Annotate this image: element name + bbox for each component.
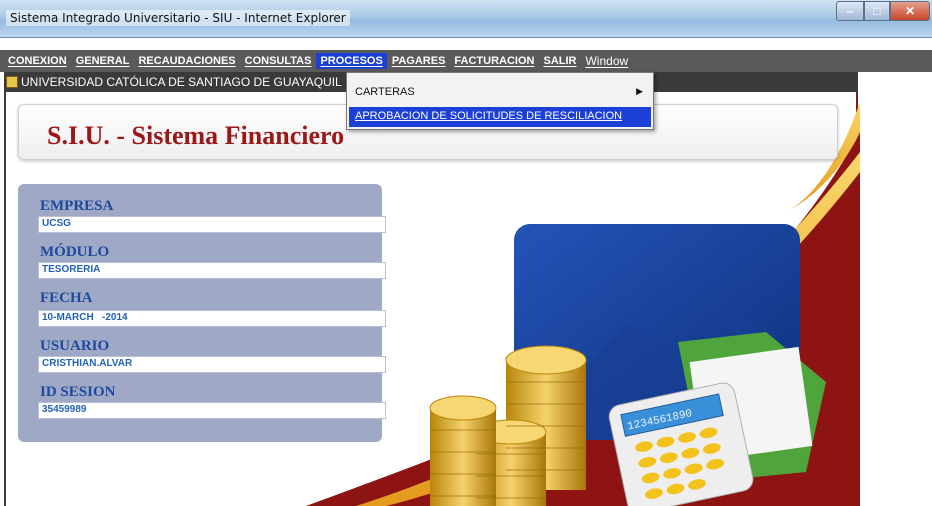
menu-item-aprobacion-label: APROBACION DE SOLICITUDES DE RESCILIACIO… bbox=[355, 110, 623, 122]
usuario-label: USUARIO bbox=[40, 338, 110, 354]
mdi-window: UNIVERSIDAD CATÓLICA DE SANTIAGO DE GUAY… bbox=[4, 72, 860, 506]
minimize-button[interactable]: – bbox=[836, 1, 864, 21]
session-info-panel: EMPRESA UCSG MÓDULO TESORERIA FECHA 10-M… bbox=[18, 184, 386, 442]
menu-consultas[interactable]: CONSULTAS bbox=[241, 53, 316, 69]
menu-item-aprobacion-resciliacion[interactable]: APROBACION DE SOLICITUDES DE RESCILIACIO… bbox=[349, 107, 651, 127]
menu-salir[interactable]: SALIR bbox=[539, 53, 580, 69]
window-title-bar: Sistema Integrado Universitario - SIU - … bbox=[0, 0, 932, 38]
empresa-field: UCSG bbox=[38, 216, 386, 233]
menu-item-carteras-label: CARTERAS bbox=[355, 86, 415, 98]
menu-general[interactable]: GENERAL bbox=[72, 53, 134, 69]
mdi-title: UNIVERSIDAD CATÓLICA DE SANTIAGO DE GUAY… bbox=[21, 75, 342, 89]
menu-procesos[interactable]: PROCESOS bbox=[316, 53, 387, 69]
app-icon bbox=[6, 76, 18, 88]
fecha-label: FECHA bbox=[40, 290, 93, 306]
fecha-field: 10-MARCH -2014 bbox=[38, 310, 386, 327]
menu-item-carteras[interactable]: CARTERAS ▶ bbox=[349, 81, 651, 103]
menu-recaudaciones[interactable]: RECAUDACIONES bbox=[134, 53, 239, 69]
menu-facturacion[interactable]: FACTURACION bbox=[450, 53, 538, 69]
close-button[interactable]: ✕ bbox=[890, 1, 930, 21]
menu-pagares[interactable]: PAGARES bbox=[388, 53, 450, 69]
modulo-label: MÓDULO bbox=[40, 244, 110, 260]
mdi-body: 1234561890 S.I.U. - Sistema Financiero E… bbox=[4, 92, 860, 506]
modulo-field: TESORERIA bbox=[38, 262, 386, 279]
menu-window[interactable]: Window bbox=[581, 52, 632, 70]
procesos-dropdown-menu: CARTERAS ▶ APROBACION DE SOLICITUDES DE … bbox=[346, 72, 654, 130]
menu-bar: CONEXION GENERAL RECAUDACIONES CONSULTAS… bbox=[0, 50, 932, 72]
empresa-label: EMPRESA bbox=[40, 198, 114, 214]
page-title: S.I.U. - Sistema Financiero bbox=[47, 121, 345, 150]
menu-conexion[interactable]: CONEXION bbox=[4, 53, 71, 69]
submenu-arrow-icon: ▶ bbox=[636, 86, 643, 96]
window-title: Sistema Integrado Universitario - SIU - … bbox=[6, 10, 350, 26]
id-sesion-field: 35459989 bbox=[38, 402, 386, 419]
maximize-button[interactable]: □ bbox=[864, 1, 890, 21]
usuario-field: CRISTHIAN.ALVAR bbox=[38, 356, 386, 373]
coin-stacks-illustration bbox=[429, 345, 587, 506]
id-sesion-label: ID SESION bbox=[40, 384, 116, 400]
